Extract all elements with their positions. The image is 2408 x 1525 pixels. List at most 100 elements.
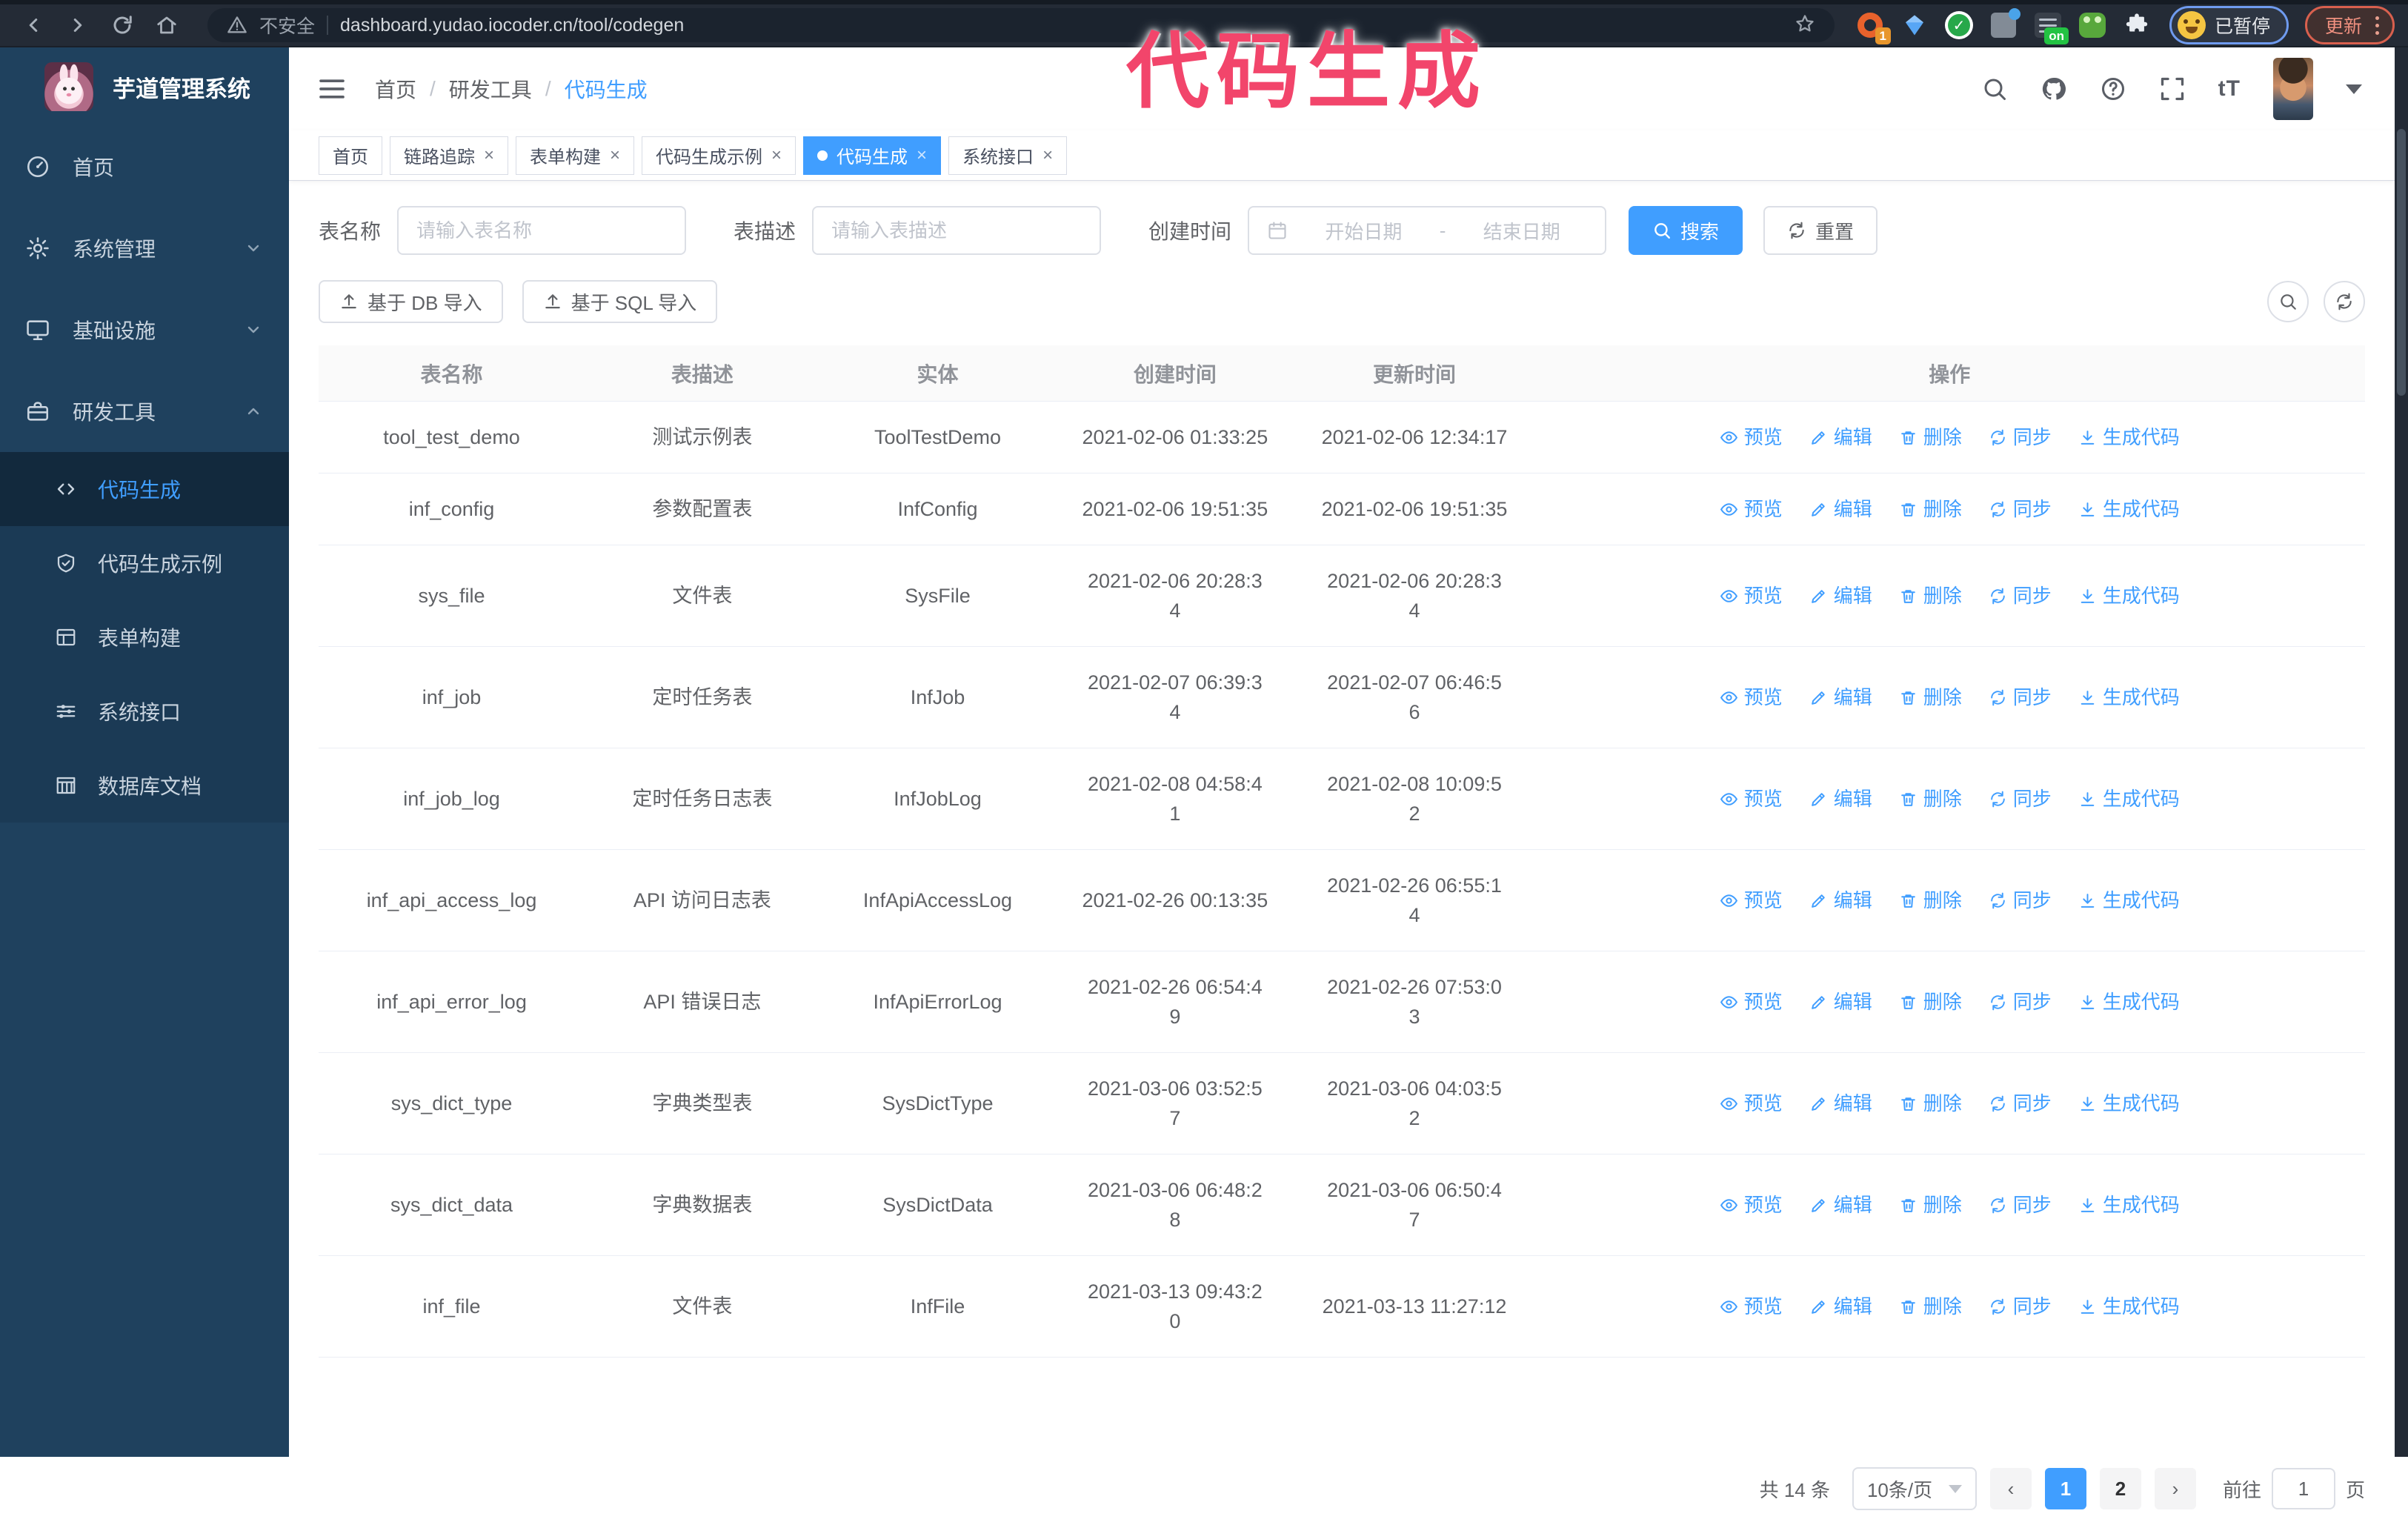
sidebar-item-system-mgmt[interactable]: 系统管理 (0, 207, 289, 289)
start-date-placeholder[interactable]: 开始日期 (1298, 217, 1429, 245)
sidebar-item-home[interactable]: 首页 (0, 126, 289, 207)
hamburger-icon[interactable] (317, 74, 347, 104)
table-desc-input[interactable] (831, 219, 1082, 242)
action-delete-link[interactable]: 删除 (1899, 422, 1962, 452)
tab-codegen-example[interactable]: 代码生成示例 × (642, 136, 796, 175)
action-preview-link[interactable]: 预览 (1720, 1089, 1783, 1118)
action-generate-code-link[interactable]: 生成代码 (2078, 682, 2180, 712)
action-edit-link[interactable]: 编辑 (1809, 682, 1872, 712)
action-preview-link[interactable]: 预览 (1720, 886, 1783, 915)
action-edit-link[interactable]: 编辑 (1809, 1190, 1872, 1220)
action-sync-link[interactable]: 同步 (1989, 422, 2052, 452)
import-sql-button[interactable]: 基于 SQL 导入 (522, 280, 718, 323)
github-icon[interactable] (2041, 76, 2067, 102)
tab-close-icon[interactable]: × (484, 147, 494, 165)
action-preview-link[interactable]: 预览 (1720, 422, 1783, 452)
browser-home-icon[interactable] (147, 7, 187, 44)
action-sync-link[interactable]: 同步 (1989, 1089, 2052, 1118)
action-generate-code-link[interactable]: 生成代码 (2078, 1089, 2180, 1118)
tab-tracing[interactable]: 链路追踪 × (390, 136, 508, 175)
action-edit-link[interactable]: 编辑 (1809, 1292, 1872, 1321)
action-sync-link[interactable]: 同步 (1989, 987, 2052, 1017)
action-edit-link[interactable]: 编辑 (1809, 1089, 1872, 1118)
extension-dark-stack-icon[interactable]: on (2033, 10, 2063, 40)
extensions-puzzle-icon[interactable] (2122, 10, 2152, 40)
extension-sliders-icon[interactable] (1989, 10, 2018, 40)
action-sync-link[interactable]: 同步 (1989, 886, 2052, 915)
date-range-picker[interactable]: 开始日期 - 结束日期 (1248, 206, 1606, 255)
search-icon[interactable] (1981, 76, 2008, 102)
next-page-button[interactable]: › (2155, 1468, 2196, 1509)
extension-green-check-icon[interactable]: ✓ (1944, 10, 1974, 40)
tab-close-icon[interactable]: × (771, 147, 782, 165)
bookmark-star-icon[interactable] (1795, 13, 1815, 38)
action-preview-link[interactable]: 预览 (1720, 682, 1783, 712)
tab-close-icon[interactable]: × (610, 147, 620, 165)
action-generate-code-link[interactable]: 生成代码 (2078, 1292, 2180, 1321)
import-db-button[interactable]: 基于 DB 导入 (319, 280, 503, 323)
sidebar-item-system-api[interactable]: 系统接口 (0, 674, 289, 748)
action-delete-link[interactable]: 删除 (1899, 682, 1962, 712)
action-delete-link[interactable]: 删除 (1899, 784, 1962, 814)
sidebar-item-db-docs[interactable]: 数据库文档 (0, 748, 289, 823)
action-delete-link[interactable]: 删除 (1899, 581, 1962, 611)
action-edit-link[interactable]: 编辑 (1809, 581, 1872, 611)
action-sync-link[interactable]: 同步 (1989, 682, 2052, 712)
table-name-input[interactable] (416, 219, 667, 242)
action-preview-link[interactable]: 预览 (1720, 581, 1783, 611)
tab-codegen[interactable]: 代码生成 × (803, 136, 941, 175)
action-generate-code-link[interactable]: 生成代码 (2078, 987, 2180, 1017)
page-scrollbar[interactable] (2395, 47, 2408, 1457)
action-delete-link[interactable]: 删除 (1899, 1089, 1962, 1118)
extension-frog-icon[interactable] (2078, 10, 2107, 40)
toggle-search-button[interactable] (2267, 281, 2309, 322)
browser-menu-dots-icon[interactable] (2375, 16, 2379, 35)
action-generate-code-link[interactable]: 生成代码 (2078, 422, 2180, 452)
help-icon[interactable] (2100, 76, 2126, 102)
address-bar[interactable]: 不安全 dashboard.yudao.iocoder.cn/tool/code… (207, 8, 1835, 42)
browser-back-icon[interactable] (13, 7, 53, 44)
page-size-select[interactable]: 10条/页 (1852, 1467, 1977, 1510)
action-generate-code-link[interactable]: 生成代码 (2078, 581, 2180, 611)
action-generate-code-link[interactable]: 生成代码 (2078, 886, 2180, 915)
action-edit-link[interactable]: 编辑 (1809, 886, 1872, 915)
tab-system-api[interactable]: 系统接口 × (948, 136, 1067, 175)
end-date-placeholder[interactable]: 结束日期 (1456, 217, 1587, 245)
search-button[interactable]: 搜索 (1629, 206, 1743, 255)
action-delete-link[interactable]: 删除 (1899, 987, 1962, 1017)
action-delete-link[interactable]: 删除 (1899, 1292, 1962, 1321)
action-generate-code-link[interactable]: 生成代码 (2078, 1190, 2180, 1220)
action-edit-link[interactable]: 编辑 (1809, 784, 1872, 814)
action-edit-link[interactable]: 编辑 (1809, 987, 1872, 1017)
action-delete-link[interactable]: 删除 (1899, 886, 1962, 915)
page-button-1[interactable]: 1 (2045, 1468, 2086, 1509)
action-preview-link[interactable]: 预览 (1720, 784, 1783, 814)
refresh-table-button[interactable] (2324, 281, 2365, 322)
page-button-2[interactable]: 2 (2100, 1468, 2141, 1509)
action-preview-link[interactable]: 预览 (1720, 987, 1783, 1017)
fullscreen-icon[interactable] (2159, 76, 2186, 102)
avatar-caret-icon[interactable] (2346, 84, 2362, 94)
action-sync-link[interactable]: 同步 (1989, 494, 2052, 524)
sidebar-item-dev-tools[interactable]: 研发工具 (0, 371, 289, 452)
extension-orange-ring-icon[interactable]: 1 (1855, 10, 1885, 40)
prev-page-button[interactable]: ‹ (1990, 1468, 2032, 1509)
sidebar-logo-row[interactable]: 芋道管理系统 (0, 47, 289, 126)
tab-close-icon[interactable]: × (917, 147, 927, 165)
tab-close-icon[interactable]: × (1042, 147, 1053, 165)
tab-home[interactable]: 首页 (319, 136, 382, 175)
action-sync-link[interactable]: 同步 (1989, 1190, 2052, 1220)
browser-forward-icon[interactable] (58, 7, 98, 44)
sidebar-item-codegen[interactable]: 代码生成 (0, 452, 289, 526)
action-generate-code-link[interactable]: 生成代码 (2078, 784, 2180, 814)
browser-profile-chip[interactable]: 已暂停 (2169, 6, 2289, 44)
action-edit-link[interactable]: 编辑 (1809, 494, 1872, 524)
action-delete-link[interactable]: 删除 (1899, 1190, 1962, 1220)
breadcrumb-home[interactable]: 首页 (375, 74, 416, 104)
browser-update-button[interactable]: 更新 (2305, 6, 2395, 44)
sidebar-item-form-builder[interactable]: 表单构建 (0, 600, 289, 674)
sidebar-item-infrastructure[interactable]: 基础设施 (0, 289, 289, 371)
scrollbar-thumb[interactable] (2397, 129, 2406, 396)
tab-form-builder[interactable]: 表单构建 × (516, 136, 634, 175)
user-avatar[interactable] (2273, 58, 2313, 120)
